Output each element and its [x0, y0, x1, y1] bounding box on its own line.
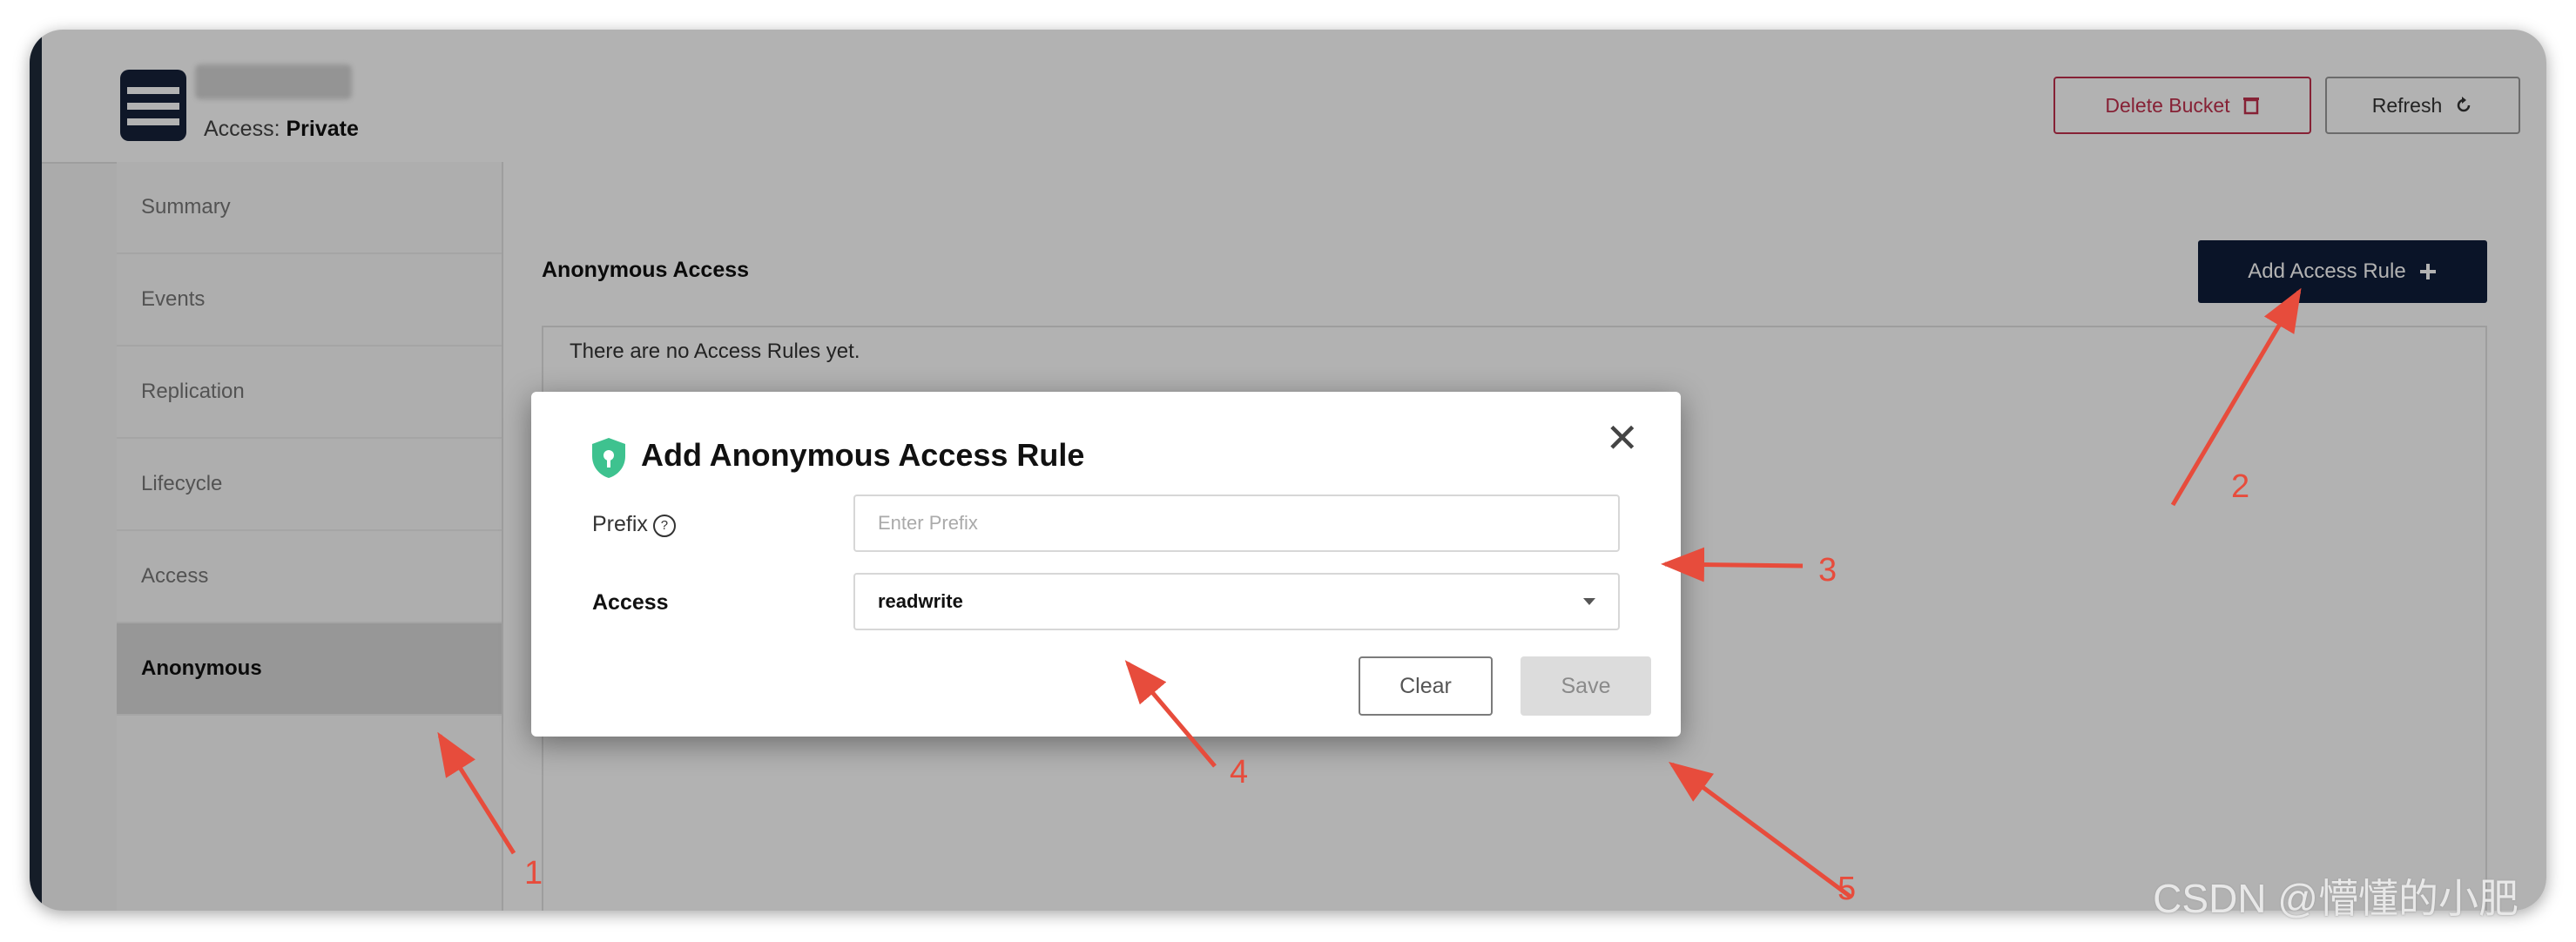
save-button[interactable]: Save — [1521, 656, 1651, 716]
watermark: CSDN @懵懂的小肥 — [2153, 876, 2519, 921]
callout-1: 1 — [524, 855, 543, 892]
shield-icon — [592, 438, 625, 478]
access-select[interactable]: readwrite — [853, 573, 1620, 630]
help-icon[interactable]: ? — [652, 515, 676, 537]
callout-3: 3 — [1818, 552, 1838, 589]
modal-title: Add Anonymous Access Rule — [641, 437, 1085, 473]
prefix-label: Prefix? — [592, 512, 676, 537]
callout-4: 4 — [1230, 754, 1249, 791]
callout-2: 2 — [2231, 468, 2250, 505]
clear-button[interactable]: Clear — [1359, 656, 1493, 716]
add-anonymous-rule-modal: Add Anonymous Access Rule ✕ Prefix? Ente… — [531, 392, 1681, 737]
chevron-down-icon — [1583, 598, 1595, 605]
access-label: Access — [592, 590, 669, 615]
close-icon[interactable]: ✕ — [1605, 418, 1639, 458]
callout-5: 5 — [1838, 871, 1857, 907]
prefix-input[interactable]: Enter Prefix — [853, 495, 1620, 552]
